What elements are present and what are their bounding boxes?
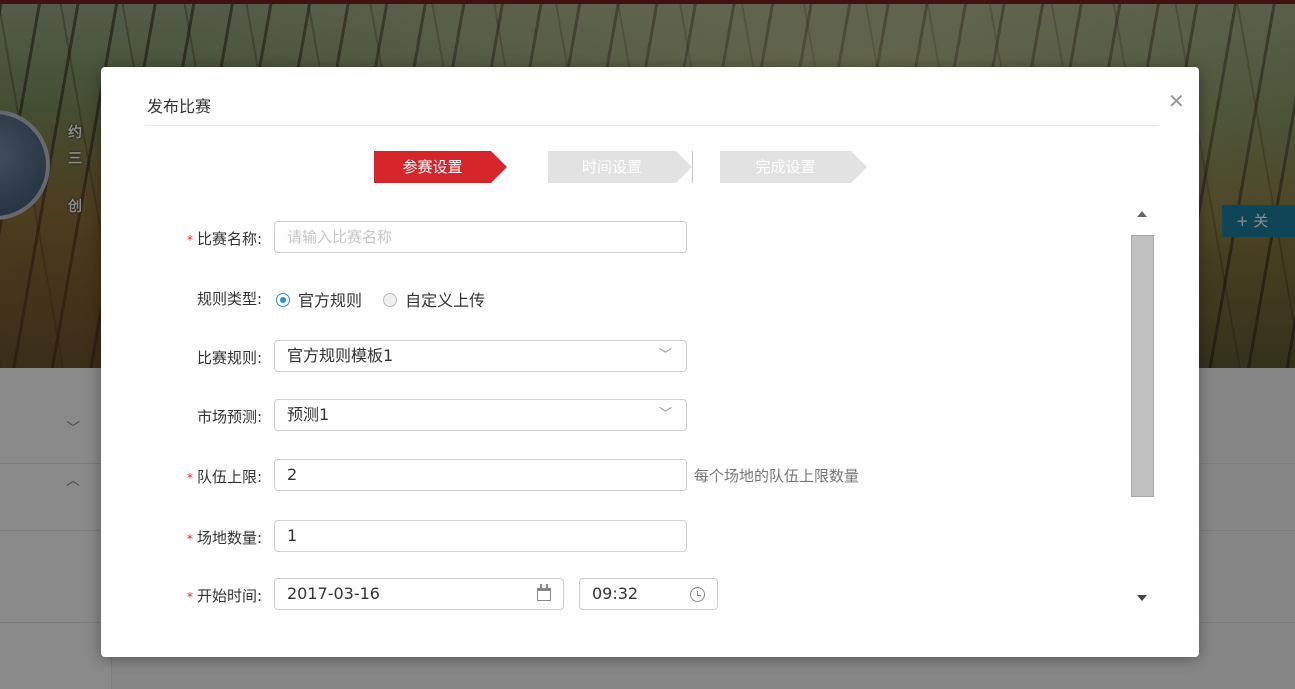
select-value: 预测1 <box>287 405 330 424</box>
field-label: 规则类型: <box>196 290 262 308</box>
dialog-title: 发布比赛 <box>147 97 212 116</box>
required-mark: * <box>186 470 193 485</box>
form-scrollbar[interactable] <box>1128 207 1157 609</box>
step-arrow <box>851 151 867 183</box>
required-mark: * <box>186 589 193 604</box>
publish-match-dialog: 发布比赛 ✕ 参赛设置 时间设置 完成设置 * 比赛名称: 请输入比赛名称 规则类… <box>101 67 1199 657</box>
scroll-down-arrow-icon[interactable] <box>1137 595 1147 601</box>
radio-custom-upload[interactable] <box>383 293 398 307</box>
field-label: * 开始时间: <box>186 587 262 605</box>
start-date-input[interactable]: 2017-03-16 <box>274 578 564 610</box>
rule-type-radio-group: 官方规则 自定义上传 <box>276 287 501 311</box>
time-value: 09:32 <box>592 584 639 603</box>
step-finish-settings[interactable]: 完成设置 <box>720 151 867 183</box>
step-label: 时间设置 <box>581 158 642 176</box>
dialog-header: 发布比赛 ✕ <box>145 67 1185 126</box>
step-participation-settings[interactable]: 参赛设置 <box>374 151 507 183</box>
radio-official-rules[interactable] <box>276 293 290 307</box>
required-mark: * <box>186 232 193 247</box>
field-label: * 比赛名称: <box>186 230 262 248</box>
date-value: 2017-03-16 <box>287 584 380 603</box>
close-icon[interactable]: ✕ <box>1168 91 1185 111</box>
field-label: 市场预测: <box>196 408 262 426</box>
chevron-down-icon: ﹀ <box>658 348 672 363</box>
market-forecast-select[interactable]: 预测1 ﹀ <box>274 399 687 431</box>
step-time-settings[interactable]: 时间设置 <box>548 151 692 183</box>
team-limit-hint: 每个场地的队伍上限数量 <box>694 467 860 485</box>
field-label: 比赛规则: <box>196 349 262 367</box>
step-label: 完成设置 <box>755 158 816 176</box>
field-label: * 场地数量: <box>186 529 262 547</box>
scroll-thumb[interactable] <box>1131 235 1154 497</box>
start-time-input[interactable]: 09:32 <box>579 578 718 610</box>
match-name-input[interactable]: 请输入比赛名称 <box>274 221 687 253</box>
calendar-icon[interactable] <box>537 584 551 601</box>
venue-count-input[interactable]: 1 <box>274 520 687 552</box>
step-arrow <box>491 151 507 183</box>
step-arrow <box>676 151 692 183</box>
field-label: * 队伍上限: <box>186 468 262 486</box>
radio-label: 自定义上传 <box>405 291 486 310</box>
scroll-up-arrow-icon[interactable] <box>1137 211 1147 217</box>
radio-label: 官方规则 <box>298 291 363 310</box>
chevron-down-icon: ﹀ <box>658 407 672 422</box>
select-value: 官方规则模板1 <box>287 346 394 365</box>
team-limit-input[interactable]: 2 <box>274 459 687 491</box>
required-mark: * <box>186 531 193 546</box>
step-label: 参赛设置 <box>402 158 463 176</box>
clock-icon[interactable] <box>690 587 705 602</box>
step-divider <box>692 151 693 183</box>
match-rules-select[interactable]: 官方规则模板1 ﹀ <box>274 340 687 372</box>
